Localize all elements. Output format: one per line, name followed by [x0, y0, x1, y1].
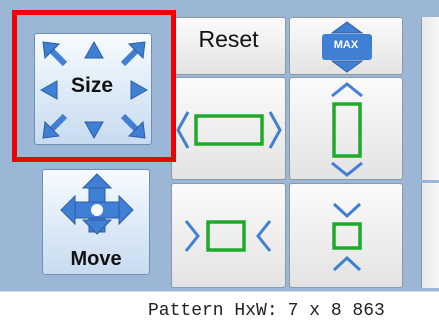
widen-button[interactable]: [171, 77, 286, 180]
narrow-icon: [184, 220, 272, 252]
narrow-button[interactable]: [171, 183, 286, 288]
size-button-label: Size: [70, 74, 114, 97]
shorter-icon: [332, 202, 362, 272]
widen-icon: [176, 111, 282, 149]
offscreen-button-top[interactable]: [421, 17, 439, 180]
max-button[interactable]: MAX: [289, 17, 403, 75]
shorter-button[interactable]: [289, 183, 403, 288]
taller-button[interactable]: [289, 77, 403, 180]
pattern-size-label: Pattern HxW:: [148, 301, 278, 321]
taller-icon: [331, 82, 363, 177]
size-button[interactable]: Size: [34, 33, 152, 145]
pattern-size-value: 7 x 8 863: [287, 301, 385, 321]
reset-button-label: Reset: [198, 26, 259, 52]
pattern-size-readout: Pattern HxW: 7 x 8 863: [148, 301, 385, 321]
max-button-label: MAX: [333, 39, 359, 51]
status-bar: Pattern HxW: 7 x 8 863: [0, 291, 439, 330]
move-button[interactable]: Move: [42, 169, 150, 275]
offscreen-button-bottom[interactable]: [421, 183, 439, 288]
move-button-label: Move: [70, 248, 122, 270]
pattern-size-panel: Size Reset MAX Move: [0, 0, 439, 291]
reset-button[interactable]: Reset: [171, 17, 286, 75]
